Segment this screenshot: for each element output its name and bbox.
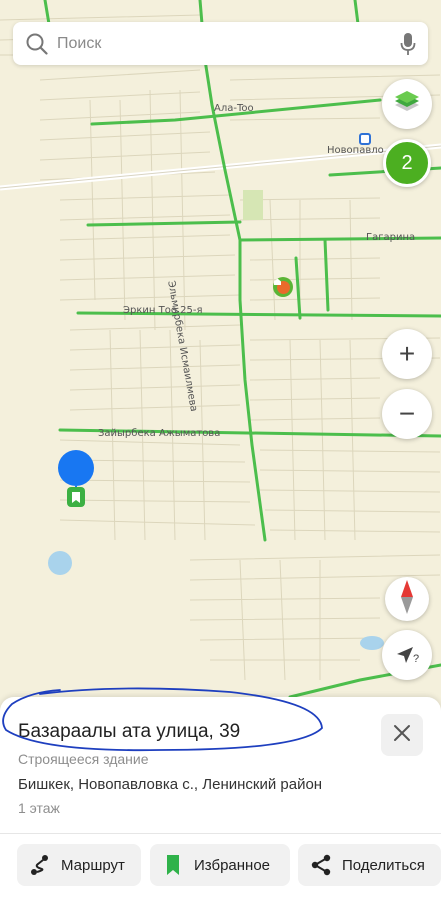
search-input[interactable]: Поиск [57,35,388,53]
search-bar[interactable]: Поиск [13,22,428,65]
share-button[interactable]: Поделиться [298,844,441,886]
bookmark-icon [162,854,184,876]
favorite-label: Избранное [194,856,271,874]
minus-icon: − [398,398,416,429]
action-bar: Маршрут Избранное Поделиться [0,844,441,886]
street-label-erkin-too: Эркин Тоо 25-я [123,305,203,316]
bus-stop-icon[interactable] [359,133,371,145]
route-icon [29,854,51,876]
location-pin-icon[interactable] [57,449,97,509]
compass-button[interactable] [385,577,429,621]
layers-icon [392,87,422,122]
street-label-gagarina: Гагарина [366,232,416,243]
route-label: Маршрут [61,856,125,874]
notification-badge[interactable]: 2 [383,139,431,187]
search-icon [17,22,57,65]
share-label: Поделиться [342,856,425,874]
locate-suffix: ? [412,653,420,665]
microphone-icon[interactable] [388,22,428,65]
plus-icon: + [398,338,416,369]
layers-button[interactable] [382,79,432,129]
divider [0,833,441,834]
compass-icon [400,579,414,619]
share-icon [310,854,332,876]
handwritten-annotation [2,687,323,752]
street-label-ala-too: Ала-Too [214,103,254,114]
route-button[interactable]: Маршрут [17,844,141,886]
locate-icon: ? [395,645,419,665]
street-label-novopavlovka: Новопавло [327,145,384,156]
street-label-zhaybyrbeka: Зайырбека Ажыматова [98,428,221,439]
home-poi-icon[interactable] [273,277,293,297]
place-floor: 1 этаж [18,800,60,816]
favorite-button[interactable]: Избранное [150,844,290,886]
zoom-in-button[interactable]: + [382,329,432,379]
locate-button[interactable]: ? [382,630,432,680]
zoom-out-button[interactable]: − [382,389,432,439]
place-address: Бишкек, Новопавловка с., Ленинский район [18,776,323,793]
